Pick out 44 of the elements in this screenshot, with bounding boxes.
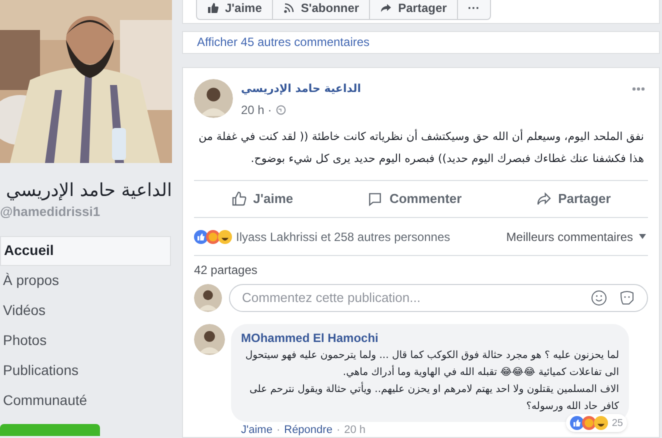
nav-item[interactable]: Photos <box>0 326 171 356</box>
page-action-button[interactable]: Partager <box>369 0 458 20</box>
separator: · <box>336 424 340 437</box>
page-name: الداعية حامد الإدريسي <box>5 179 173 203</box>
post-action-button[interactable]: Partager <box>528 189 619 209</box>
thumbs-up-icon <box>231 191 248 207</box>
reaction-icons <box>570 416 608 430</box>
share-arrow-icon <box>380 2 392 14</box>
post-action-button[interactable]: Commenter <box>359 189 470 209</box>
page-action-button[interactable]: S'abonner <box>272 0 370 20</box>
caret-icon <box>639 234 646 239</box>
shares-count[interactable]: 42 partages <box>194 261 258 279</box>
rss-icon <box>282 2 295 14</box>
reaction-icons <box>194 230 232 244</box>
comment-author[interactable]: MOhammed El Hamochi <box>241 329 619 347</box>
avatar <box>194 324 225 355</box>
smiley-icon[interactable] <box>591 290 607 306</box>
page-action-button[interactable]: J'aime <box>196 0 273 20</box>
thumbs-up-icon <box>207 2 219 14</box>
post-action-button[interactable]: J'aime <box>223 189 302 209</box>
nav-item[interactable]: Vidéos <box>0 296 171 326</box>
page-handle: @hamedidrissi1 <box>0 203 102 221</box>
nav-item[interactable]: Communauté <box>0 386 171 416</box>
post-author[interactable]: الداعية حامد الإدريسي <box>241 80 361 97</box>
comment-text: الاف المسلمين يقتلون ولا احد يهتم لامرهم او يحزن عليهم.. ويأتي حثالة ويقول نترحم على كافر حاد الله ورسوله؟ <box>241 381 619 415</box>
more-button[interactable]: ··· <box>456 0 491 20</box>
globe-icon <box>276 105 286 115</box>
like-link[interactable]: J'aime <box>241 424 272 437</box>
avatar <box>194 78 233 118</box>
sticker-icon[interactable] <box>619 290 635 306</box>
separator: · <box>276 424 280 437</box>
reply-link[interactable]: Répondre <box>284 424 332 437</box>
sort-dropdown[interactable]: Meilleurs commentaires <box>506 228 646 246</box>
comment-text: لما يحزنون عليه ؟ هو مجرد حثالة فوق الكوكب كما قال ... ولما يترحمون عليه فهو سيتحول الى تفاعلات كميائية 😂😂😂 تقبله الله في الهاوية وما أدراك ماهي. <box>244 349 619 380</box>
share-arrow-icon <box>536 191 552 207</box>
nav-item[interactable]: Accueil <box>0 236 171 266</box>
post-text: نفق الملحد اليوم، وسيعلم أن الله حق وسيكتشف أن نظرياته كانت خاطئة (( لقد كنت في غفلة من هذا فكشفنا عنك غطاءك فبصرك اليوم حديد)) فبصره اليوم حديد يرى كل شيء بوضوح. <box>198 128 645 167</box>
reactions-summary[interactable]: Ilyass Lakhrissi et 258 autres personnes <box>236 228 450 246</box>
speech-bubble-icon <box>367 191 384 207</box>
nav-item[interactable]: Publications <box>0 356 171 386</box>
post-time[interactable]: 20 h · <box>241 101 272 119</box>
nav-item[interactable]: À propos <box>0 266 171 296</box>
avatar <box>194 284 222 312</box>
more-options-icon[interactable] <box>632 86 645 90</box>
